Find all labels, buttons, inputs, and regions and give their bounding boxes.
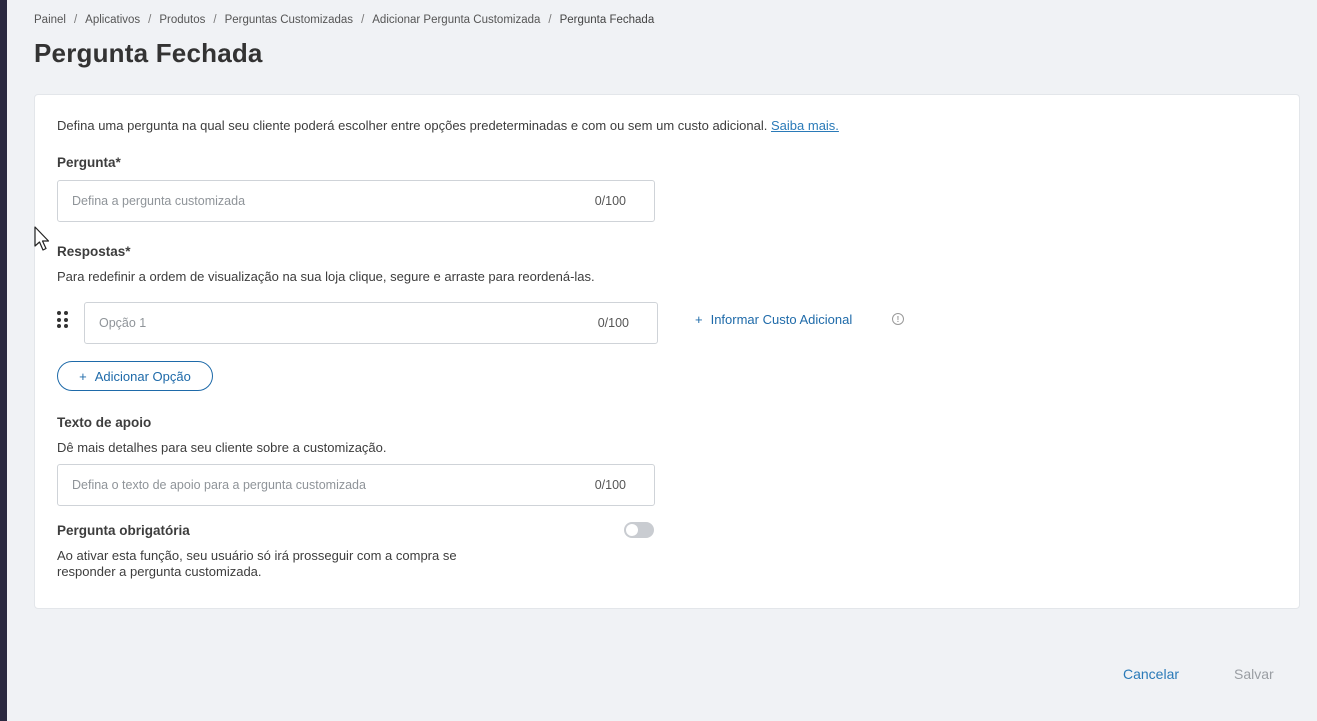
breadcrumb-produtos[interactable]: Produtos bbox=[159, 14, 205, 26]
option-1-input[interactable] bbox=[99, 316, 523, 330]
saiba-mais-link[interactable]: Saiba mais. bbox=[771, 118, 839, 133]
page-title: Pergunta Fechada bbox=[34, 38, 263, 68]
breadcrumb-current: Pergunta Fechada bbox=[559, 14, 655, 26]
mouse-pointer-icon bbox=[34, 226, 50, 251]
breadcrumb-adicionar-pergunta[interactable]: Adicionar Pergunta Customizada bbox=[372, 14, 540, 26]
answers-label: Respostas* bbox=[57, 244, 131, 259]
required-help-line-2: responder a pergunta customizada. bbox=[57, 564, 262, 579]
breadcrumb-perguntas-customizadas[interactable]: Perguntas Customizadas bbox=[225, 14, 353, 26]
intro-text: Defina uma pergunta na qual seu cliente … bbox=[57, 118, 839, 133]
option-field: 0/100 bbox=[84, 302, 658, 344]
drag-handle-icon[interactable] bbox=[57, 311, 69, 329]
required-help-line-1: Ao ativar esta função, seu usuário só ir… bbox=[57, 548, 457, 563]
breadcrumb-painel[interactable]: Painel bbox=[34, 14, 66, 26]
breadcrumb-separator: / bbox=[73, 14, 78, 26]
informar-custo-adicional-link[interactable]: + Informar Custo Adicional bbox=[695, 312, 852, 327]
breadcrumb-separator: / bbox=[148, 14, 152, 26]
toggle-knob bbox=[626, 524, 638, 536]
answers-help: Para redefinir a ordem de visualização n… bbox=[57, 269, 595, 284]
required-help: Ao ativar esta função, seu usuário só ir… bbox=[57, 548, 457, 580]
support-field: 0/100 bbox=[57, 464, 655, 506]
question-label: Pergunta* bbox=[57, 155, 121, 170]
breadcrumb-aplicativos[interactable]: Aplicativos bbox=[85, 14, 140, 26]
question-field: 0/100 bbox=[57, 180, 655, 222]
support-input[interactable] bbox=[72, 478, 516, 492]
cancel-button[interactable]: Cancelar bbox=[1123, 666, 1179, 682]
breadcrumb-separator: / bbox=[548, 14, 552, 26]
question-counter: 0/100 bbox=[594, 194, 626, 208]
support-label: Texto de apoio bbox=[57, 415, 152, 430]
save-button[interactable]: Salvar bbox=[1234, 666, 1274, 682]
informar-custo-label: Informar Custo Adicional bbox=[710, 312, 853, 327]
required-label: Pergunta obrigatória bbox=[57, 523, 190, 538]
required-toggle[interactable] bbox=[624, 522, 654, 538]
adicionar-opcao-label: Adicionar Opção bbox=[94, 368, 191, 384]
support-counter: 0/100 bbox=[594, 478, 626, 492]
form-card: Defina uma pergunta na qual seu cliente … bbox=[34, 94, 1300, 609]
intro-description: Defina uma pergunta na qual seu cliente … bbox=[57, 118, 768, 133]
breadcrumb-separator: / bbox=[213, 14, 217, 26]
plus-icon: + bbox=[695, 312, 703, 327]
plus-icon: + bbox=[79, 368, 87, 384]
option-1-counter: 0/100 bbox=[597, 316, 629, 330]
left-sidebar-strip bbox=[0, 0, 7, 721]
question-input[interactable] bbox=[72, 194, 516, 208]
support-help: Dê mais detalhes para seu cliente sobre … bbox=[57, 440, 387, 455]
breadcrumb: Painel / Aplicativos / Produtos / Pergun… bbox=[34, 14, 654, 26]
adicionar-opcao-button[interactable]: + Adicionar Opção bbox=[57, 361, 213, 391]
info-icon[interactable]: ! bbox=[892, 313, 904, 325]
breadcrumb-separator: / bbox=[361, 14, 365, 26]
